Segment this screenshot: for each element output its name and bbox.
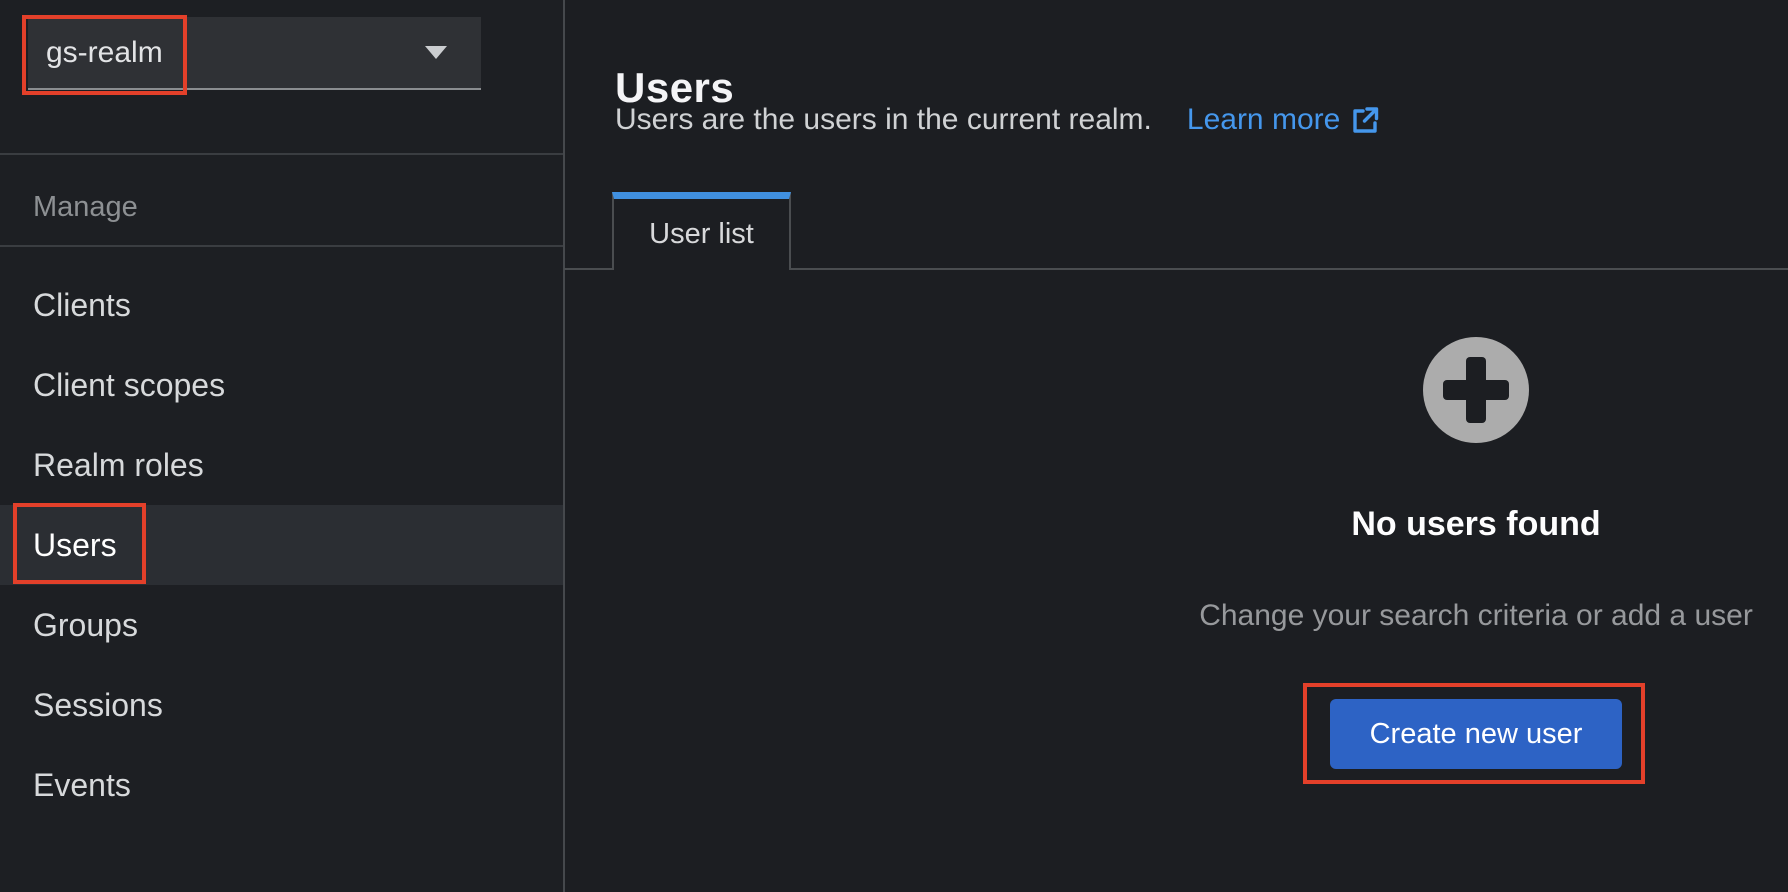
plus-circle-icon [1423, 337, 1529, 448]
realm-selector-dropdown[interactable]: gs-realm [28, 17, 481, 90]
sidebar-item-realm-roles[interactable]: Realm roles [0, 425, 563, 505]
page-subtitle-row: Users are the users in the current realm… [615, 103, 1381, 137]
sidebar-item-users[interactable]: Users [0, 505, 563, 585]
external-link-icon [1349, 104, 1381, 136]
nav-section-label: Manage [33, 191, 138, 224]
sidebar-nav: Clients Client scopes Realm roles Users … [0, 247, 563, 825]
current-realm-name: gs-realm [46, 36, 163, 70]
sidebar-item-sessions[interactable]: Sessions [0, 665, 563, 745]
page-subtitle: Users are the users in the current realm… [615, 103, 1152, 137]
chevron-down-icon [425, 46, 447, 59]
sidebar-item-groups[interactable]: Groups [0, 585, 563, 665]
sidebar: gs-realm Manage Clients Client scopes Re… [0, 0, 563, 892]
empty-state-description: Change your search criteria or add a use… [1120, 599, 1788, 633]
tab-row-border [791, 268, 1788, 270]
sidebar-item-events[interactable]: Events [0, 745, 563, 825]
learn-more-link[interactable]: Learn more [1187, 103, 1381, 137]
sidebar-item-client-scopes[interactable]: Client scopes [0, 345, 563, 425]
tab-user-list-label: User list [649, 218, 754, 251]
sidebar-main-divider [563, 0, 565, 892]
learn-more-label: Learn more [1187, 103, 1340, 137]
empty-state-title: No users found [1163, 505, 1788, 544]
tab-row-border [564, 268, 612, 270]
sidebar-divider [0, 153, 563, 155]
tab-user-list[interactable]: User list [612, 192, 791, 270]
create-new-user-button[interactable]: Create new user [1330, 699, 1622, 769]
sidebar-item-clients[interactable]: Clients [0, 265, 563, 345]
keycloak-admin-console: gs-realm Manage Clients Client scopes Re… [0, 0, 1788, 892]
